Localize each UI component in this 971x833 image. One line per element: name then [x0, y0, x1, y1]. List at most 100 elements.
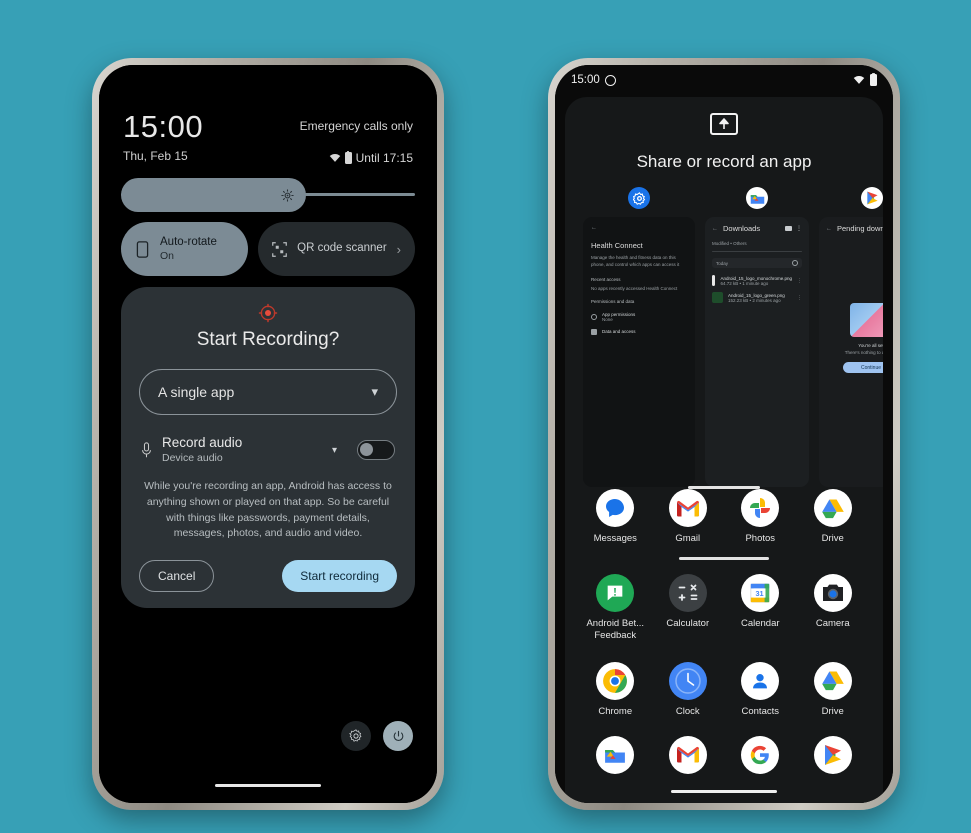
svg-text:31: 31: [756, 589, 764, 598]
preview-item-icon: [591, 328, 597, 335]
empty-state-illustration: [850, 303, 883, 337]
messages-icon: [596, 489, 635, 527]
file-meta-2: 152.23 kB • 2 minutes ago: [728, 297, 781, 303]
preview-back-icon: ←: [591, 225, 597, 231]
continue-button[interactable]: Continue: [861, 365, 881, 371]
cancel-button[interactable]: Cancel: [139, 560, 215, 592]
cast-screen-icon: [710, 113, 738, 135]
start-recording-button[interactable]: Start recording: [282, 560, 397, 592]
preview-app-icons: [565, 187, 883, 213]
settings-gear-button[interactable]: [341, 721, 371, 751]
tile-qr-code-scanner-title: QR code scanner: [297, 242, 387, 255]
app-cell-messages[interactable]: Messages: [579, 489, 652, 545]
app-cell-chrome[interactable]: Chrome: [579, 661, 652, 718]
app-cell-gmail[interactable]: Gmail: [652, 489, 725, 545]
preview-item-1-sub: None: [602, 316, 613, 322]
power-icon: [393, 730, 403, 741]
dialog-title: Start Recording?: [196, 329, 340, 350]
gear-glyph-icon: [632, 191, 645, 205]
app-cell-google[interactable]: [724, 735, 797, 780]
recording-scope-select[interactable]: A single app ▾: [139, 369, 397, 415]
app-cell-camera[interactable]: Camera: [797, 573, 870, 642]
app-label: Contacts: [741, 705, 780, 717]
grid-view-icon[interactable]: [785, 226, 792, 231]
gmail-icon: [668, 735, 707, 774]
share-record-screen: 15:00 Share or record an app ← Health Co…: [555, 65, 893, 803]
preview-back-icon: ←: [826, 225, 832, 232]
app-cell-play-store[interactable]: [797, 735, 870, 780]
auto-rotate-icon: [136, 240, 149, 258]
preview-item-2: Data and access: [602, 329, 636, 334]
preview-card-title: Pending downloads: [837, 224, 883, 233]
power-button[interactable]: [383, 721, 413, 751]
tile-auto-rotate[interactable]: Auto-rotate On: [121, 222, 249, 276]
app-label: Drive: [821, 705, 844, 717]
quick-settings-panel: 15:00 Thu, Feb 15 Emergency calls only U…: [99, 65, 437, 803]
file-overflow-icon[interactable]: ⋮: [797, 278, 802, 284]
wifi-icon: [329, 153, 340, 162]
preview-card-pending-downloads[interactable]: ← Pending downloads You're all set There…: [819, 217, 883, 487]
chrome-icon: [596, 661, 635, 700]
share-sheet-title: Share or record an app: [636, 152, 812, 171]
preview-section-1-body: No apps recently accessed Health Connect: [591, 285, 678, 291]
record-audio-toggle[interactable]: [357, 440, 395, 460]
play-store-glyph-icon: [866, 191, 878, 205]
app-cell-drive[interactable]: Drive: [797, 489, 870, 545]
app-cell-calendar[interactable]: 31 Calendar: [724, 573, 797, 642]
brightness-fill: [121, 178, 307, 212]
preview-card-title: Downloads: [723, 224, 761, 233]
app-grid-row-1: Messages Gmail Photos Drive: [565, 489, 883, 545]
overflow-menu-icon[interactable]: ⋮: [796, 225, 802, 232]
file-name-2: Android_15_logo_green.png: [728, 292, 785, 298]
files-icon: [596, 735, 635, 774]
gesture-navigation-bar[interactable]: [215, 783, 321, 787]
app-cell-contacts[interactable]: Contacts: [724, 661, 797, 718]
preview-card-downloads[interactable]: ← Downloads ⋮ Modified • Others Today An…: [705, 217, 809, 487]
app-cell-photos[interactable]: Photos: [724, 489, 797, 545]
preview-item-1: App permissions: [602, 311, 636, 317]
select-all-icon[interactable]: [792, 260, 798, 266]
battery-icon: [870, 72, 877, 86]
empty-state-subtitle: There's nothing to do here: [844, 350, 883, 355]
preview-item-icon: [591, 313, 597, 320]
start-recording-dialog: Start Recording? A single app ▾ Record a…: [121, 287, 415, 608]
dialog-actions: Cancel Start recording: [139, 560, 397, 592]
app-cell-gmail-2[interactable]: [652, 735, 725, 780]
carrier-label: Emergency calls only: [299, 119, 413, 133]
tile-auto-rotate-subtitle: On: [160, 249, 175, 262]
preview-desc: Manage the health and fitness data on th…: [591, 255, 680, 267]
quick-settings-tiles: Auto-rotate On QR code scanner ›: [121, 222, 415, 276]
file-overflow-icon[interactable]: ⋮: [797, 295, 802, 301]
preview-card-health-connect[interactable]: ← Health Connect Manage the health and f…: [583, 217, 695, 487]
status-indicators: Until 17:15: [329, 150, 413, 165]
app-label: Messages: [593, 533, 637, 544]
settings-icon: [628, 187, 650, 209]
file-meta-1: 64.72 kB • 1 minute ago: [720, 280, 769, 286]
preview-back-icon: ←: [712, 225, 718, 232]
app-cell-drive-2[interactable]: Drive: [797, 661, 870, 718]
app-cell-files[interactable]: [579, 735, 652, 780]
recording-scope-value: A single app: [158, 384, 235, 400]
record-audio-row[interactable]: Record audio Device audio ▾: [141, 435, 395, 465]
drive-icon: [813, 661, 852, 700]
app-cell-android-beta-feedback[interactable]: Android Bet... Feedback: [579, 573, 652, 642]
app-label: Camera: [815, 617, 850, 629]
empty-state-title: You're all set: [858, 343, 883, 348]
right-phone-screen: 15:00 Share or record an app ← Health Co…: [555, 65, 893, 803]
app-label: Gmail: [675, 533, 701, 544]
app-label: Clock: [675, 705, 700, 717]
audio-source-dropdown-icon[interactable]: ▾: [332, 445, 337, 456]
gesture-navigation-bar[interactable]: [671, 790, 777, 793]
app-grid: Messages Gmail Photos Drive Android Bet.…: [565, 489, 883, 803]
brightness-slider[interactable]: [121, 178, 415, 212]
alarm-icon: [604, 74, 616, 86]
calendar-icon: 31: [741, 573, 780, 612]
battery-icon: [344, 150, 352, 164]
tile-qr-code-scanner[interactable]: QR code scanner ›: [258, 222, 415, 276]
screen-record-icon: [258, 303, 278, 323]
app-label: Drive: [821, 533, 844, 544]
app-cell-clock[interactable]: Clock: [652, 661, 725, 718]
google-icon: [741, 735, 780, 774]
calculator-icon: [668, 573, 707, 612]
app-cell-calculator[interactable]: Calculator: [652, 573, 725, 642]
